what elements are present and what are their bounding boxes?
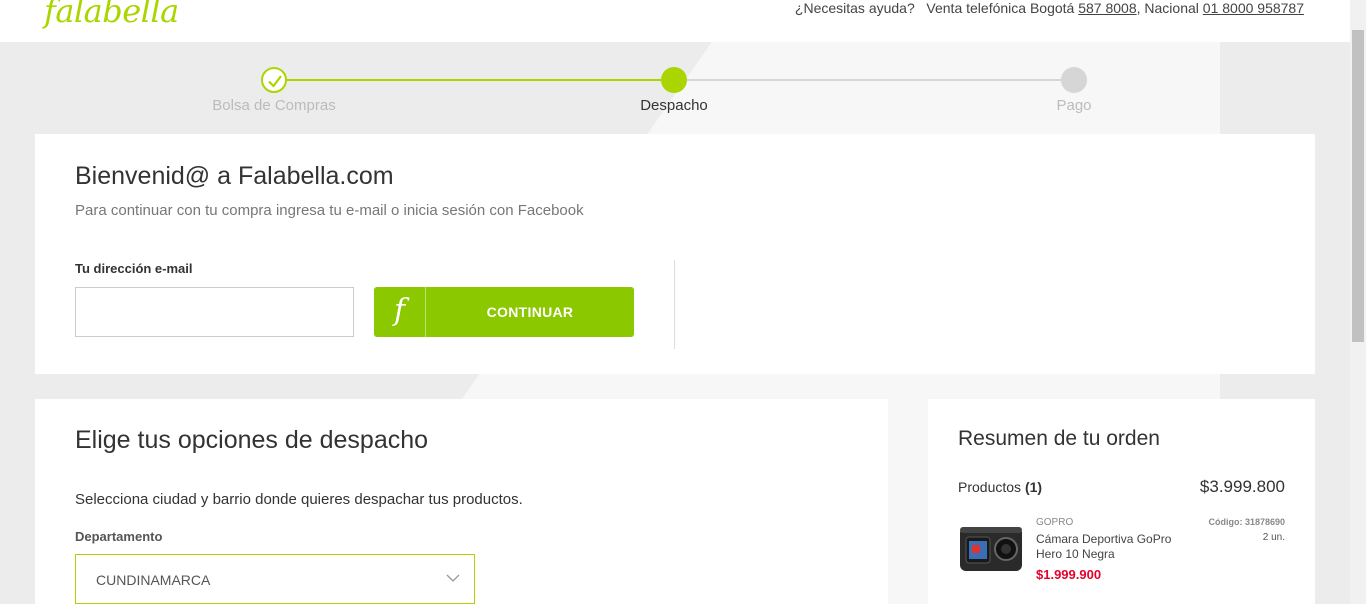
pending-step-dot [1061,67,1087,93]
product-quantity: 2 un. [1262,532,1285,543]
shipping-title: Elige tus opciones de despacho [75,426,429,454]
product-code: Código: 31878690 [1208,517,1285,527]
continue-label: CONTINUAR [486,304,574,320]
department-value: CUNDINAMARCA [96,572,211,588]
login-subtitle: Para continuar con tu compra ingresa tu … [75,202,584,219]
falabella-logo[interactable]: falabella [44,0,179,30]
email-label: Tu dirección e-mail [75,261,193,276]
step-label: Despacho [640,97,708,114]
chevron-down-icon [446,571,460,590]
shipping-subtitle: Selecciona ciudad y barrio donde quieres… [75,491,523,508]
active-step-dot [661,67,687,93]
step-pago: Pago [974,67,1174,114]
check-icon [261,67,287,93]
page-scrollbar[interactable] [1350,0,1366,604]
step-despacho: Despacho [574,67,774,114]
product-brand: GOPRO [1036,517,1074,528]
products-label: Productos [958,479,1022,495]
vertical-divider [674,260,675,349]
step-label: Bolsa de Compras [212,97,336,114]
department-select[interactable]: CUNDINAMARCA [75,554,475,604]
scrollbar-thumb[interactable] [1352,30,1364,342]
products-line: Productos (1) [958,479,1042,495]
login-card: Bienvenid@ a Falabella.com Para continua… [35,134,1315,374]
product-price: $1.999.900 [1036,567,1102,582]
top-header: falabella ¿Necesitas ayuda? Venta telefó… [0,0,1350,42]
department-label: Departamento [75,529,163,544]
products-count: (1) [1024,479,1043,495]
national-label: , Nacional [1136,0,1199,16]
shipping-card: Elige tus opciones de despacho Seleccion… [35,399,888,604]
login-title: Bienvenid@ a Falabella.com [75,162,394,190]
product-image [958,525,1026,575]
products-total: $3.999.800 [1199,477,1285,496]
falabella-f-icon: f [374,287,426,337]
bogota-phone-link[interactable]: 587 8008 [1078,0,1136,16]
summary-title: Resumen de tu orden [958,427,1160,450]
order-summary-card: Resumen de tu orden Productos (1) $3.999… [928,399,1315,604]
step-label: Pago [1056,97,1092,114]
help-prefix: ¿Necesitas ayuda? [794,0,915,16]
step-bolsa[interactable]: Bolsa de Compras [174,67,374,114]
checkout-stepper: Bolsa de Compras Despacho Pago [0,60,1350,120]
email-input[interactable] [75,287,354,337]
national-phone-link[interactable]: 01 8000 958787 [1203,0,1304,16]
help-bar: ¿Necesitas ayuda? Venta telefónica Bogot… [795,0,1304,16]
continue-button[interactable]: f CONTINUAR [374,287,634,337]
sales-label: Venta telefónica Bogotá [926,0,1075,16]
product-name[interactable]: Cámara Deportiva GoPro Hero 10 Negra [1036,532,1186,562]
